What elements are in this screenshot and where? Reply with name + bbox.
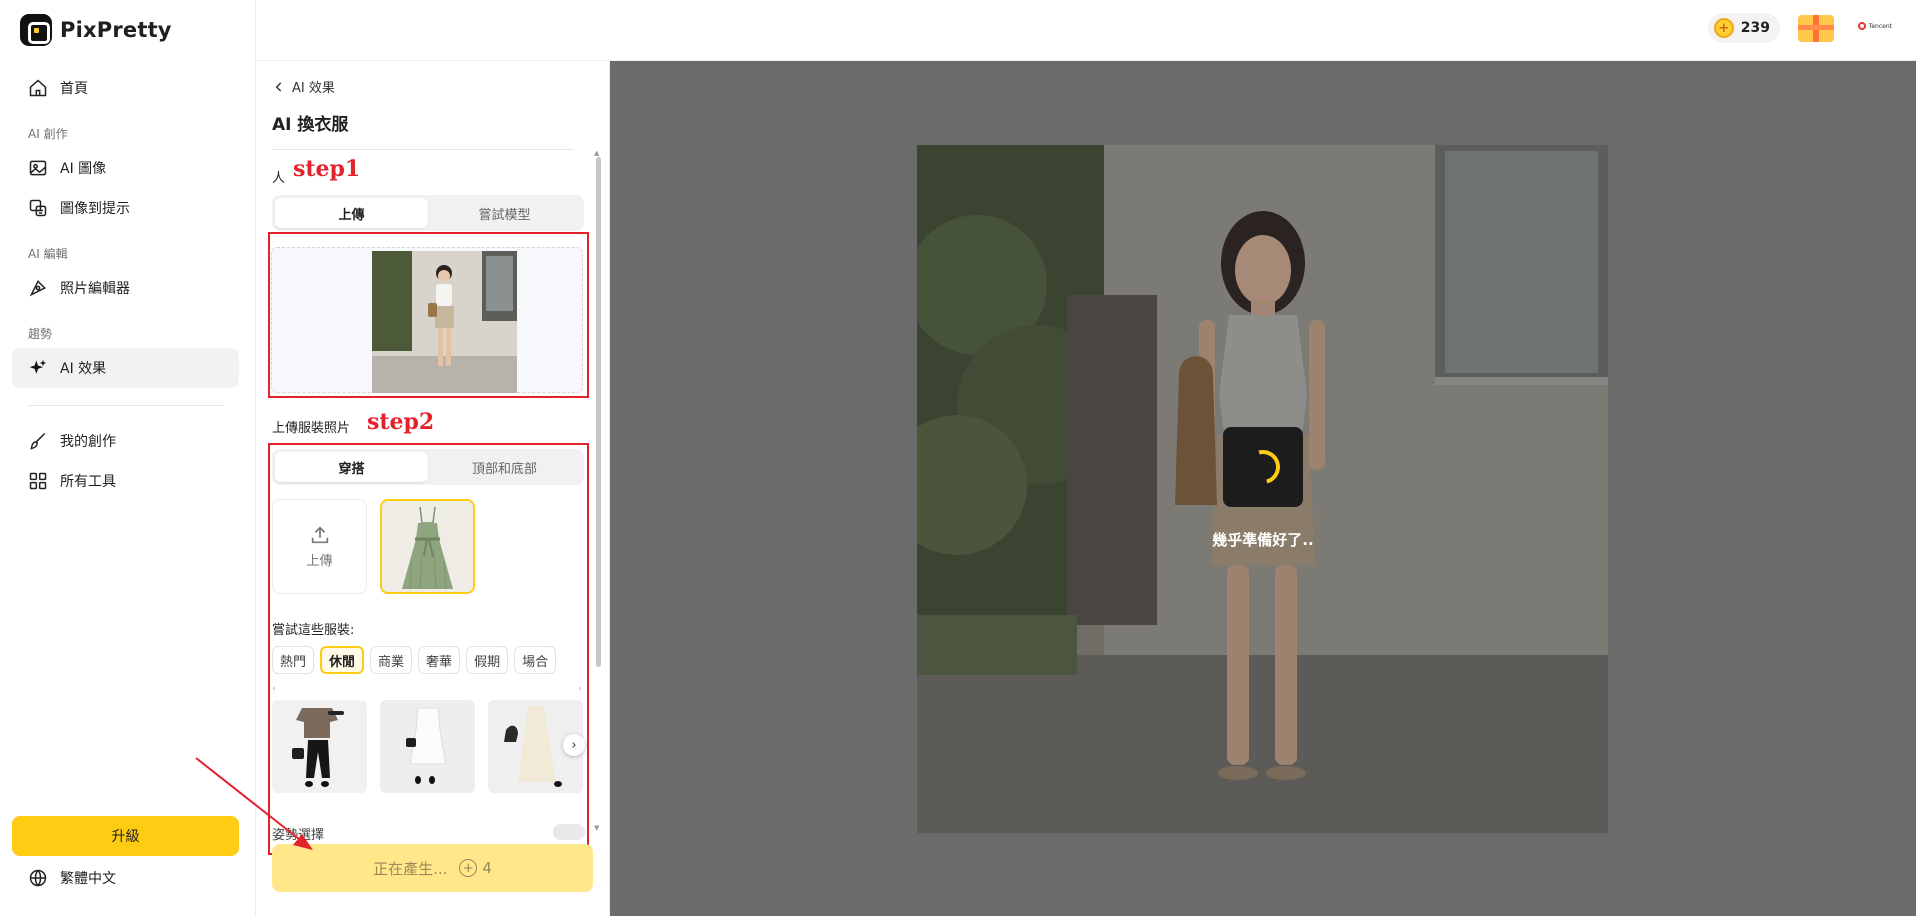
generate-cost-value: 4 xyxy=(482,859,492,877)
page-title: AI 換衣服 xyxy=(272,115,349,135)
sidebar-item-photo-editor[interactable]: 照片編輯器 xyxy=(12,268,239,308)
tab-upload[interactable]: 上傳 xyxy=(275,198,428,228)
top-bar: + 239 Tencent xyxy=(256,0,1916,61)
person-source-tabs: 上傳 嘗試模型 xyxy=(272,195,584,231)
chip-popular[interactable]: 熱門 xyxy=(272,646,315,674)
settings-panel: AI 效果 AI 換衣服 ▲ ▼ 人 step1 上傳 嘗試模型 上傳服裝照片 … xyxy=(256,61,610,916)
language-label: 繁體中文 xyxy=(60,871,116,887)
chip-vacation[interactable]: 假期 xyxy=(466,646,509,674)
generate-button[interactable]: 正在產生... + 4 xyxy=(272,844,593,892)
tab-try-model[interactable]: 嘗試模型 xyxy=(428,198,581,228)
credit-coin-icon: + xyxy=(459,859,478,877)
outfit-option-2[interactable] xyxy=(380,700,475,793)
sidebar-item-label: AI 圖像 xyxy=(60,161,107,177)
outfit-option-1[interactable] xyxy=(272,700,367,793)
chip-scroll-left-icon[interactable]: ‹ xyxy=(272,684,276,694)
upload-icon xyxy=(311,526,328,544)
tab-outfit[interactable]: 穿搭 xyxy=(275,452,428,482)
sidebar-item-label: 圖像到提示 xyxy=(60,201,130,217)
sidebar-item-label: AI 效果 xyxy=(60,361,107,377)
credits-badge[interactable]: + 239 xyxy=(1707,13,1780,43)
partner-logo: Tencent xyxy=(1857,22,1892,30)
chip-business[interactable]: 商業 xyxy=(370,646,413,674)
home-icon xyxy=(29,79,47,97)
loading-spinner xyxy=(1223,427,1303,507)
chip-occasion[interactable]: 場合 xyxy=(514,646,557,674)
style-chip-row: 熱門 休閒 商業 奢華 假期 場合 xyxy=(272,646,557,674)
garment-type-tabs: 穿搭 頂部和底部 xyxy=(272,449,584,485)
chip-casual[interactable]: 休閒 xyxy=(320,646,365,674)
selected-garment-thumbnail[interactable] xyxy=(380,499,475,594)
image-prompt-icon xyxy=(29,199,47,217)
brand-name: PixPretty xyxy=(60,18,172,42)
sidebar-item-home[interactable]: 首頁 xyxy=(12,68,239,108)
garment-section-label: 上傳服裝照片 xyxy=(272,421,351,436)
grid-icon xyxy=(29,472,47,490)
brush-icon xyxy=(30,432,46,450)
generate-label: 正在產生... xyxy=(373,859,448,878)
generate-cost: + 4 xyxy=(459,859,492,877)
sidebar-item-label: 首頁 xyxy=(60,81,88,97)
upload-tile-label: 上傳 xyxy=(306,554,333,569)
partner-logo-icon xyxy=(1857,22,1866,30)
sidebar-divider xyxy=(28,405,224,406)
section-ai-create: AI 創作 xyxy=(28,127,68,141)
sparkle-icon xyxy=(29,359,47,374)
preview-canvas: 幾乎準備好了.. xyxy=(610,61,1916,916)
coin-icon: + xyxy=(1713,18,1734,38)
sidebar-item-ai-image[interactable]: AI 圖像 xyxy=(12,148,239,188)
step2-annotation: step2 xyxy=(367,409,435,435)
outfit-white-dress-image xyxy=(380,700,475,793)
section-ai-edit: AI 編輯 xyxy=(28,247,68,261)
spinner-icon xyxy=(1239,443,1287,491)
pixpretty-logo-icon xyxy=(20,14,52,46)
upgrade-button[interactable]: 升級 xyxy=(12,816,239,856)
credits-count: 239 xyxy=(1740,20,1770,36)
gift-icon[interactable] xyxy=(1798,15,1834,42)
sidebar-item-label: 照片編輯器 xyxy=(60,281,130,297)
tab-top-bottom[interactable]: 頂部和底部 xyxy=(428,452,581,482)
chip-scroll-right-icon[interactable]: › xyxy=(578,684,582,694)
person-photo-image xyxy=(372,251,517,393)
loading-status-text: 幾乎準備好了.. xyxy=(1212,531,1314,549)
photo-editor-icon xyxy=(29,280,46,297)
sidebar-item-all-tools[interactable]: 所有工具 xyxy=(12,461,239,501)
image-icon xyxy=(29,160,47,176)
language-selector[interactable]: 繁體中文 xyxy=(28,868,116,888)
garment-upload-button[interactable]: 上傳 xyxy=(272,499,367,594)
partner-name: Tencent xyxy=(1868,22,1892,30)
panel-scrollbar[interactable] xyxy=(596,157,601,667)
sidebar-item-label: 所有工具 xyxy=(60,474,116,490)
brand-logo-link[interactable]: PixPretty xyxy=(20,14,172,46)
scroll-up-icon[interactable]: ▲ xyxy=(594,149,599,157)
scroll-down-icon[interactable]: ▼ xyxy=(594,824,599,832)
person-section-label: 人 xyxy=(272,171,286,186)
person-photo-thumbnail[interactable] xyxy=(372,251,517,393)
try-outfits-label: 嘗試這些服裝: xyxy=(272,623,355,638)
title-divider xyxy=(272,149,574,150)
sidebar-item-image-to-prompt[interactable]: 圖像到提示 xyxy=(12,188,239,228)
chip-luxury[interactable]: 奢華 xyxy=(418,646,461,674)
outfit-next-button[interactable]: › xyxy=(563,734,585,756)
pose-option-label: 姿勢選擇 xyxy=(272,828,325,843)
chip-scroll-indicators: ‹ › xyxy=(272,684,582,694)
step1-annotation: step1 xyxy=(293,156,361,182)
back-label: AI 效果 xyxy=(292,81,335,96)
person-upload-zone[interactable] xyxy=(271,247,583,393)
sidebar: PixPretty 首頁 AI 創作 AI 圖像 圖像到提示 AI 編輯 照片編… xyxy=(0,0,256,916)
chevron-right-icon: › xyxy=(571,737,577,753)
outfit-brown-top-black-pants-image xyxy=(272,700,367,793)
chevron-left-icon xyxy=(275,81,282,92)
globe-icon xyxy=(29,869,47,887)
sidebar-item-label: 我的創作 xyxy=(60,434,116,450)
section-trend: 趨勢 xyxy=(28,327,53,341)
sidebar-item-my-creations[interactable]: 我的創作 xyxy=(12,421,239,461)
green-dress-image xyxy=(382,501,473,592)
pose-toggle[interactable] xyxy=(553,824,585,840)
back-link[interactable]: AI 效果 xyxy=(272,77,335,96)
sidebar-item-ai-effects[interactable]: AI 效果 xyxy=(12,348,239,388)
